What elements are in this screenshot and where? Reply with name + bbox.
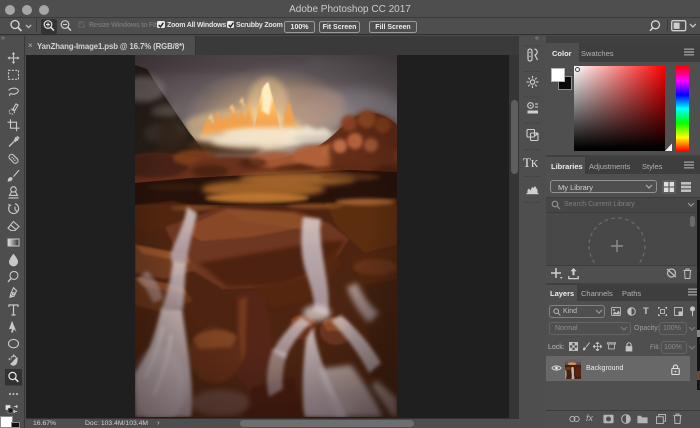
svg-text:T: T [523, 155, 531, 170]
svg-text:K: K [531, 159, 539, 170]
